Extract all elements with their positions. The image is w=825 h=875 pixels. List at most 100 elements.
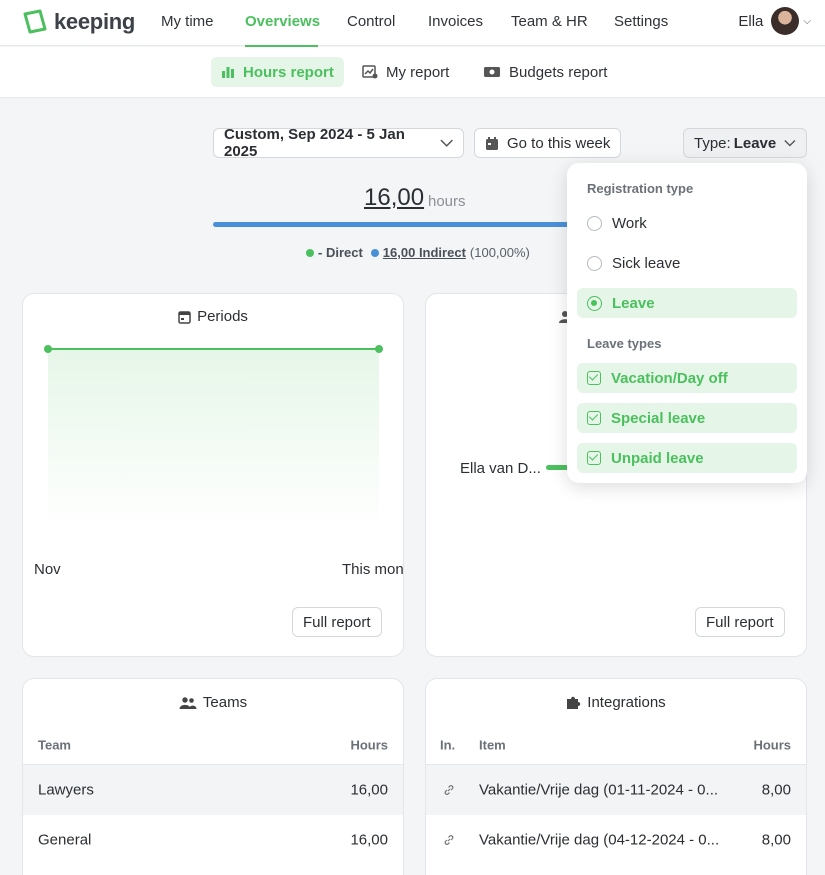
type-filter-button[interactable]: Type: Leave [683, 128, 807, 158]
option-unpaid-leave[interactable]: Unpaid leave [577, 443, 797, 473]
report-chart-icon [362, 65, 378, 79]
nav-control[interactable]: Control [347, 13, 395, 30]
money-icon [484, 67, 500, 77]
user-row-label: Ella van D... [460, 460, 541, 477]
full-report-button[interactable]: Full report [695, 607, 785, 637]
tab-label: Hours report [243, 63, 334, 81]
table-row[interactable]: Vakantie/Vrije dag (01-11-2024 - 0... 8,… [426, 765, 806, 815]
nav-team-hr[interactable]: Team & HR [511, 13, 588, 30]
integration-hours: 8,00 [761, 781, 791, 799]
bar-chart-icon [222, 67, 234, 78]
col-hours[interactable]: Hours [350, 737, 388, 752]
integration-item: Vakantie/Vrije dag (04-12-2024 - 0... [479, 831, 720, 849]
user-menu[interactable]: Ella ⌵ [738, 7, 811, 35]
option-label: Leave [612, 294, 655, 312]
type-label: Type: [694, 134, 731, 152]
hours-legend: - Direct 16,00 Indirect (100,00%) [306, 245, 530, 260]
tab-label: Budgets report [509, 63, 608, 81]
table-row[interactable]: Vakantie/Vrije dag (04-12-2024 - 0... 8,… [426, 815, 806, 865]
periods-card: Periods Nov This mont Full report [22, 293, 404, 657]
option-vacation-day-off[interactable]: Vacation/Day off [577, 363, 797, 393]
col-in[interactable]: In. [440, 737, 455, 752]
tab-label: My report [386, 63, 450, 81]
direct-label: - Direct [318, 245, 363, 260]
option-work[interactable]: Work [577, 208, 797, 238]
tab-budgets-report[interactable]: Budgets report [473, 57, 617, 87]
total-unit: hours [428, 193, 466, 210]
indirect-dot [370, 248, 379, 257]
option-label: Vacation/Day off [611, 369, 728, 387]
integration-item: Vakantie/Vrije dag (01-11-2024 - 0... [479, 781, 719, 799]
option-leave[interactable]: Leave [577, 288, 797, 318]
x-tick-end: This mont [342, 561, 404, 578]
x-tick-start: Nov [34, 561, 61, 578]
nav-settings[interactable]: Settings [614, 13, 668, 30]
integration-hours: 8,00 [761, 831, 791, 849]
team-hours: 16,00 [350, 781, 388, 799]
link-icon[interactable] [443, 784, 455, 796]
tab-hours-report[interactable]: Hours report [211, 57, 344, 87]
table-row[interactable]: General 16,00 [23, 815, 403, 865]
nav-invoices[interactable]: Invoices [428, 13, 483, 30]
chevron-down-icon: ⌵ [803, 15, 811, 27]
indirect-percentage: (100,00%) [469, 245, 530, 260]
type-value: Leave [733, 134, 777, 152]
go-week-label: Go to this week [507, 134, 611, 152]
logo-icon [23, 9, 47, 34]
registration-type-heading: Registration type [587, 181, 694, 196]
puzzle-icon [567, 696, 581, 709]
teams-card: Teams Team Hours Lawyers 16,00 General 1… [22, 678, 404, 875]
data-point[interactable] [375, 345, 383, 353]
indirect-link[interactable]: 16,00 Indirect [383, 245, 466, 260]
total-hours[interactable]: 16,00 [364, 184, 424, 212]
user-name: Ella [738, 12, 764, 30]
integrations-card: Integrations In. Item Hours Vakantie/Vri… [425, 678, 807, 875]
table-row[interactable]: Lawyers 16,00 [23, 765, 403, 815]
hours-progress-bar [213, 222, 573, 227]
go-to-this-week-button[interactable]: Go to this week [474, 128, 622, 158]
radio-icon [587, 255, 602, 271]
period-select[interactable]: Custom, Sep 2024 - 5 Jan 2025 [213, 126, 464, 160]
top-navigation-bar: keeping My time Overviews Control Invoic… [0, 0, 825, 47]
teams-title-text: Teams [202, 694, 248, 711]
team-name: Lawyers [38, 781, 94, 799]
avatar [771, 7, 800, 35]
teams-title: Teams [23, 694, 403, 711]
option-label: Sick leave [612, 254, 681, 272]
table-header: In. Item Hours [426, 725, 806, 765]
link-icon[interactable] [443, 834, 455, 846]
team-name: General [38, 831, 92, 849]
col-team[interactable]: Team [38, 737, 71, 752]
area-fill [48, 349, 379, 529]
calendar-icon [486, 136, 498, 150]
team-icon [179, 696, 197, 709]
option-label: Special leave [611, 409, 706, 427]
checkbox-checked-icon [587, 371, 601, 385]
keeping-logo[interactable]: keeping [22, 9, 135, 35]
radio-icon [587, 215, 602, 231]
nav-my-time[interactable]: My time [161, 13, 214, 30]
leave-types-heading: Leave types [587, 336, 662, 351]
integrations-title: Integrations [426, 694, 806, 711]
direct-dot [306, 248, 314, 257]
option-special-leave[interactable]: Special leave [577, 403, 797, 433]
tab-my-report[interactable]: My report [352, 57, 459, 87]
checkbox-checked-icon [587, 451, 601, 465]
table-header: Team Hours [23, 725, 403, 765]
col-item[interactable]: Item [479, 737, 506, 752]
period-value: Custom, Sep 2024 - 5 Jan 2025 [224, 126, 405, 160]
radio-selected-icon [587, 295, 602, 311]
nav-overviews[interactable]: Overviews [245, 13, 320, 30]
col-hours[interactable]: Hours [753, 737, 791, 752]
checkbox-checked-icon [587, 411, 601, 425]
option-sick-leave[interactable]: Sick leave [577, 248, 797, 278]
periods-line-chart [44, 345, 383, 529]
brand-name: keeping [54, 9, 136, 34]
team-hours: 16,00 [350, 831, 388, 849]
type-dropdown-menu: Registration type Work Sick leave Leave … [567, 163, 807, 483]
data-point[interactable] [44, 345, 52, 353]
option-label: Unpaid leave [611, 449, 704, 467]
option-label: Work [612, 214, 647, 232]
full-report-button[interactable]: Full report [292, 607, 382, 637]
integrations-title-text: Integrations [587, 694, 666, 711]
